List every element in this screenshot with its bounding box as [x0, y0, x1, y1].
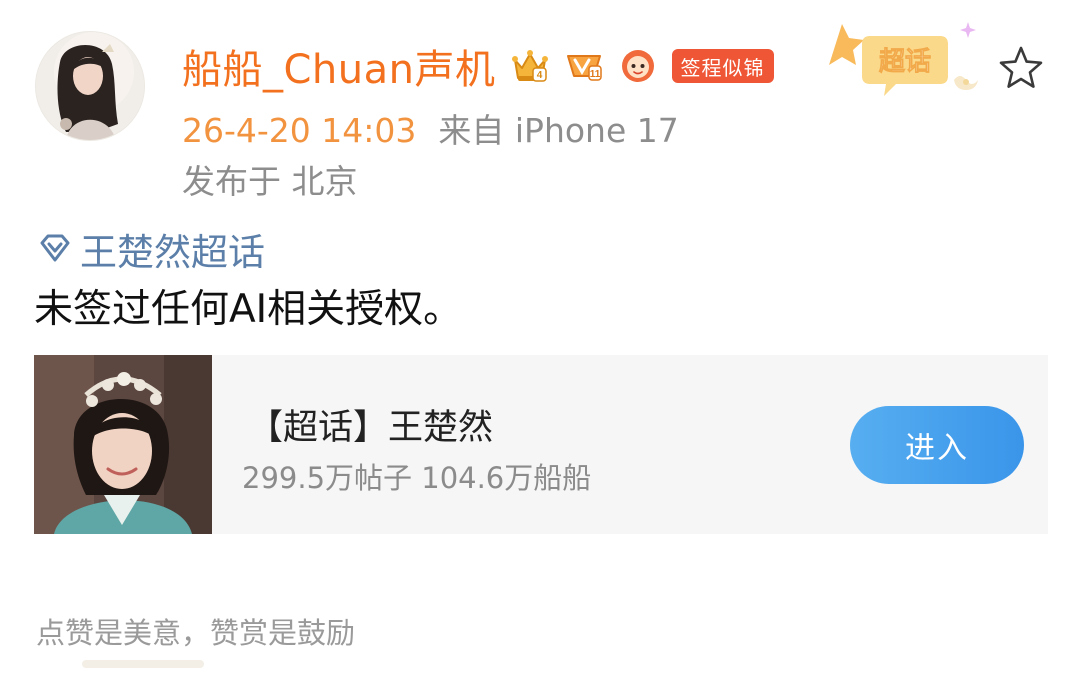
username[interactable]: 船船_Chuan声机	[182, 37, 496, 95]
favorite-star-button[interactable]	[994, 42, 1048, 96]
enter-supertopic-button[interactable]: 进入	[850, 406, 1024, 484]
diamond-icon	[40, 234, 70, 262]
post-source: 来自 iPhone 17	[438, 111, 679, 150]
supertopic-thumbnail	[34, 355, 212, 534]
post-time: 26-4-20 14:03	[182, 111, 417, 150]
sticker-label: 超话	[879, 47, 931, 77]
post-meta: 26-4-20 14:03 来自 iPhone 17	[182, 104, 679, 152]
reward-hint-decoration	[82, 660, 204, 668]
crown-badge-icon[interactable]: 4	[510, 46, 550, 86]
user-info-row: 船船_Chuan声机 4 11 签程似锦	[182, 38, 774, 94]
weibo-post: 船船_Chuan声机 4 11 签程似锦 26-4-20 14:03 来自 iP…	[0, 0, 1080, 683]
supertopic-card[interactable]: 【超话】王楚然 299.5万帖子 104.6万船船 进入	[34, 355, 1048, 534]
svg-text:11: 11	[589, 69, 600, 80]
supertopic-card-stats: 299.5万帖子 104.6万船船	[242, 461, 592, 495]
svg-text:4: 4	[536, 70, 542, 81]
topic-link-label: 王楚然超话	[80, 231, 265, 274]
avatar[interactable]	[36, 32, 144, 140]
vip-level-badge-icon[interactable]: 11	[564, 46, 604, 86]
avatar-image	[36, 32, 144, 140]
signed-tag-badge[interactable]: 签程似锦	[671, 49, 774, 83]
post-location: 发布于 北京	[182, 162, 358, 201]
topic-link[interactable]: 王楚然超话	[36, 222, 265, 276]
supertopic-card-title: 【超话】王楚然	[248, 408, 494, 448]
star-outline-icon	[999, 46, 1043, 88]
reward-hint-text: 点赞是美意，赞赏是鼓励	[36, 616, 356, 650]
supertopic-sticker[interactable]: 超话	[822, 14, 994, 106]
post-text: 未签过任何AI相关授权。	[34, 287, 463, 332]
fan-badge-icon[interactable]	[618, 46, 658, 86]
